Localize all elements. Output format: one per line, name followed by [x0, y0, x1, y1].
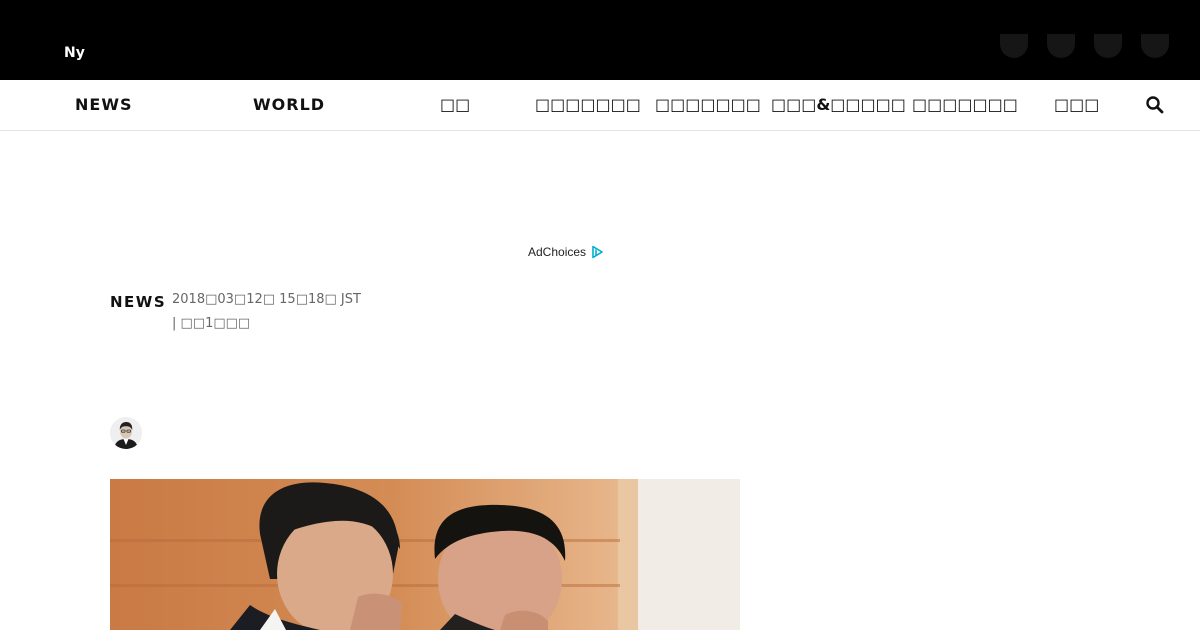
- search-icon[interactable]: [1143, 93, 1167, 117]
- site-logo[interactable]: Ny: [64, 46, 90, 60]
- article-date: 2018□03□12□ 15□18□ JST: [172, 292, 361, 307]
- article-meta-extra: | □□1□□□: [172, 316, 251, 331]
- nav-item-world[interactable]: WORLD: [253, 80, 325, 130]
- adchoices-label: AdChoices: [528, 245, 587, 259]
- article-section-tag[interactable]: NEWS: [110, 293, 166, 311]
- nav-item-5[interactable]: □□□□□□□: [655, 80, 761, 130]
- top-header-bar: Ny: [0, 0, 1200, 80]
- nav-item-6[interactable]: □□□&□□□□□: [771, 80, 906, 130]
- twitter-icon[interactable]: [1047, 34, 1075, 58]
- author-avatar[interactable]: [110, 417, 142, 449]
- nav-item-3[interactable]: □□: [440, 80, 470, 130]
- nav-item-4[interactable]: □□□□□□□: [535, 80, 641, 130]
- facebook-icon[interactable]: [1000, 34, 1028, 58]
- adchoices-icon: [592, 245, 603, 259]
- article-hero-image[interactable]: [110, 479, 740, 630]
- nav-item-8[interactable]: □□□: [1054, 80, 1099, 130]
- instagram-icon[interactable]: [1141, 34, 1169, 58]
- line-icon[interactable]: [1094, 34, 1122, 58]
- adchoices-link[interactable]: AdChoices: [528, 244, 604, 260]
- nav-item-news[interactable]: NEWS: [75, 80, 133, 130]
- main-nav: NEWS WORLD □□ □□□□□□□ □□□□□□□ □□□&□□□□□ …: [0, 80, 1200, 131]
- nav-item-7[interactable]: □□□□□□□: [912, 80, 1018, 130]
